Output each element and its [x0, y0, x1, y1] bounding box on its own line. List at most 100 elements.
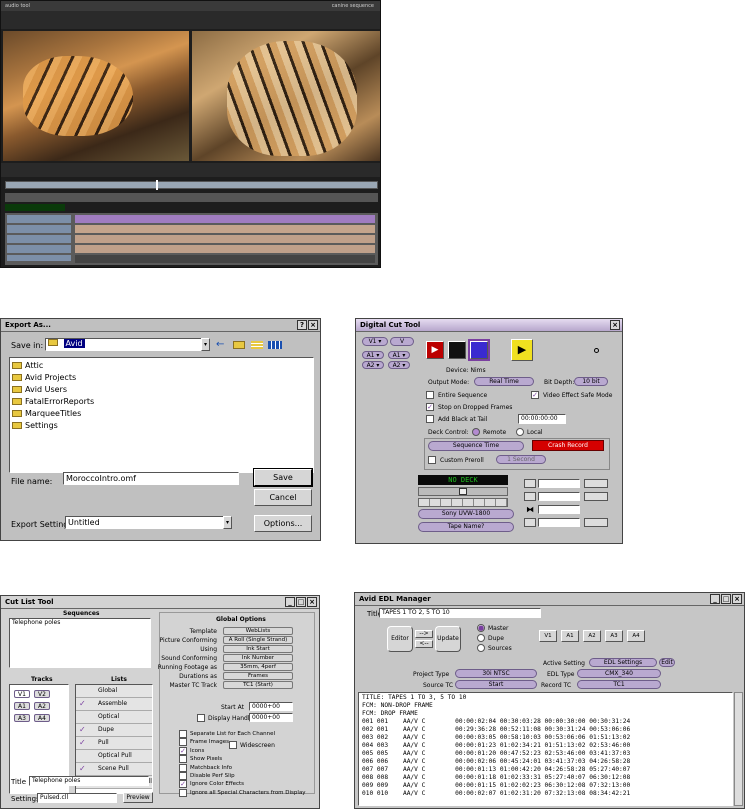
preview-button[interactable]: Preview	[123, 792, 153, 803]
timeline[interactable]	[5, 213, 378, 265]
help-icon[interactable]: ?	[297, 320, 307, 330]
mark-out-field[interactable]	[538, 492, 580, 501]
edl-type-select[interactable]: CMX_340	[577, 669, 661, 678]
list-checkbox[interactable]: ✓	[79, 765, 87, 773]
save-in-select[interactable]: Avid	[45, 338, 209, 351]
list-checkbox[interactable]	[79, 713, 87, 721]
position-indicator[interactable]	[156, 180, 158, 190]
go-to-out-icon[interactable]	[584, 492, 608, 501]
position-bar[interactable]	[5, 180, 378, 190]
option-value[interactable]: WebLists	[223, 627, 293, 635]
sources-radio[interactable]	[477, 644, 485, 652]
list-item[interactable]: ✓ Assemble	[76, 698, 152, 711]
track-v1[interactable]: V1	[14, 690, 30, 698]
option-value[interactable]: Frames	[223, 672, 293, 680]
stop-button[interactable]	[448, 341, 466, 359]
sequence-item[interactable]: Telephone poles	[12, 619, 60, 626]
track-v2[interactable]: V2	[34, 690, 50, 698]
list-checkbox[interactable]: ✓	[79, 700, 87, 708]
record-tc-select[interactable]: TC1	[577, 680, 661, 689]
edl-title-input[interactable]: TAPES 1 TO 2, 5 TO 10	[379, 608, 541, 618]
close-icon[interactable]: ×	[308, 320, 318, 330]
file-name-input[interactable]: MoroccoIntro.omf	[63, 472, 239, 485]
option-checkbox[interactable]	[179, 730, 187, 738]
mark-in-icon[interactable]	[524, 479, 536, 488]
record-monitor[interactable]	[192, 31, 380, 161]
list-item[interactable]: ✓ Scene Pull	[76, 763, 152, 776]
crash-record-button[interactable]: Crash Record	[532, 440, 604, 451]
source-tc-select[interactable]: Start	[455, 680, 537, 689]
track-a1-source-button[interactable]: A1 ▾	[362, 351, 384, 359]
export-setting-select[interactable]: Untitled	[65, 516, 231, 529]
list-view-icon[interactable]	[251, 341, 263, 349]
track-a2[interactable]: A2	[34, 702, 50, 710]
channel-button[interactable]: V1	[539, 630, 557, 642]
custom-preroll-checkbox[interactable]	[428, 456, 436, 464]
list-item[interactable]: Optical Pull	[76, 750, 152, 763]
cutlist-close-icon[interactable]: ×	[307, 597, 317, 607]
editor-button[interactable]: Editor	[387, 626, 413, 652]
add-black-checkbox[interactable]	[426, 415, 434, 423]
list-checkbox[interactable]	[79, 687, 87, 695]
new-folder-icon[interactable]	[233, 341, 245, 349]
playback-controls[interactable]	[5, 193, 378, 202]
arrow-right-icon[interactable]: -->	[415, 630, 433, 638]
folder-item[interactable]: FatalErrorReports	[12, 396, 311, 408]
option-checkbox[interactable]	[179, 738, 187, 747]
channel-button[interactable]: A4	[627, 630, 645, 642]
track-a3[interactable]: A3	[14, 714, 30, 722]
handles-input[interactable]: 0000+00	[249, 713, 293, 722]
option-value[interactable]: Ink Start	[223, 645, 293, 653]
folder-item[interactable]: Settings	[12, 420, 311, 432]
stop-dropped-checkbox[interactable]: ✓	[426, 403, 434, 411]
option-checkbox[interactable]	[179, 772, 187, 780]
title-input[interactable]: Telephone poles	[29, 776, 149, 786]
list-item[interactable]: ✓ Dupe	[76, 724, 152, 737]
widescreen-checkbox[interactable]	[229, 741, 237, 749]
update-button[interactable]: Update	[435, 626, 461, 652]
option-checkbox[interactable]	[179, 788, 187, 797]
record-button[interactable]: ▶	[426, 341, 444, 359]
active-setting-select[interactable]: EDL Settings	[589, 658, 657, 667]
arrow-left-icon[interactable]: <--	[415, 640, 433, 648]
folder-item[interactable]: Attic	[12, 360, 311, 372]
start-at-input[interactable]: 0000+00	[249, 702, 293, 711]
mark-in-field[interactable]	[538, 479, 580, 488]
track-audio-3[interactable]	[75, 245, 375, 253]
cancel-button[interactable]: Cancel	[254, 489, 312, 506]
sequence-time-select[interactable]: Sequence Time	[428, 441, 524, 451]
mark-out-icon[interactable]	[524, 492, 536, 501]
edit-button[interactable]: Edit	[659, 658, 675, 667]
track-a1[interactable]: A1	[14, 702, 30, 710]
track-a1-record-button[interactable]: A1 ▾	[388, 351, 410, 359]
clear-icon[interactable]	[524, 518, 536, 527]
up-folder-icon[interactable]: ←	[216, 339, 230, 350]
edl-close-icon[interactable]: ×	[732, 594, 742, 604]
save-button[interactable]: Save	[253, 468, 313, 487]
track-video[interactable]	[75, 215, 375, 223]
option-checkbox[interactable]	[179, 755, 187, 764]
dupe-radio[interactable]	[477, 634, 485, 642]
preroll-select[interactable]: 1 Second	[496, 455, 546, 464]
deck-select[interactable]: Sony UVW-1800	[418, 509, 514, 519]
folder-item[interactable]: MarqueeTitles	[12, 408, 311, 420]
go-to-in-icon[interactable]	[584, 479, 608, 488]
option-value[interactable]: A Roll (Single Strand)	[223, 636, 293, 644]
track-headers[interactable]	[7, 215, 71, 261]
track-a2-source-button[interactable]: A2 ▾	[362, 361, 384, 369]
add-black-timecode[interactable]: 00:00:00:00	[518, 414, 566, 424]
option-value[interactable]: TC1 (Start)	[223, 681, 293, 689]
chevron-down-icon[interactable]: ▾	[201, 338, 210, 351]
shuttle-bar[interactable]	[418, 487, 508, 496]
remote-radio[interactable]	[472, 428, 480, 436]
video-effect-safe-checkbox[interactable]: ✓	[531, 391, 539, 399]
track-v-button[interactable]: V	[390, 337, 414, 346]
play-button[interactable]: ▶	[511, 339, 533, 361]
display-handles-checkbox[interactable]	[197, 714, 205, 722]
folder-item[interactable]: Avid Projects	[12, 372, 311, 384]
tape-name-button[interactable]: Tape Name?	[418, 522, 514, 532]
folder-item[interactable]: Avid Users	[12, 384, 311, 396]
options-button[interactable]: Options...	[254, 515, 312, 532]
position-field[interactable]	[538, 518, 580, 527]
export-setting-chevron-icon[interactable]: ▾	[223, 516, 232, 529]
